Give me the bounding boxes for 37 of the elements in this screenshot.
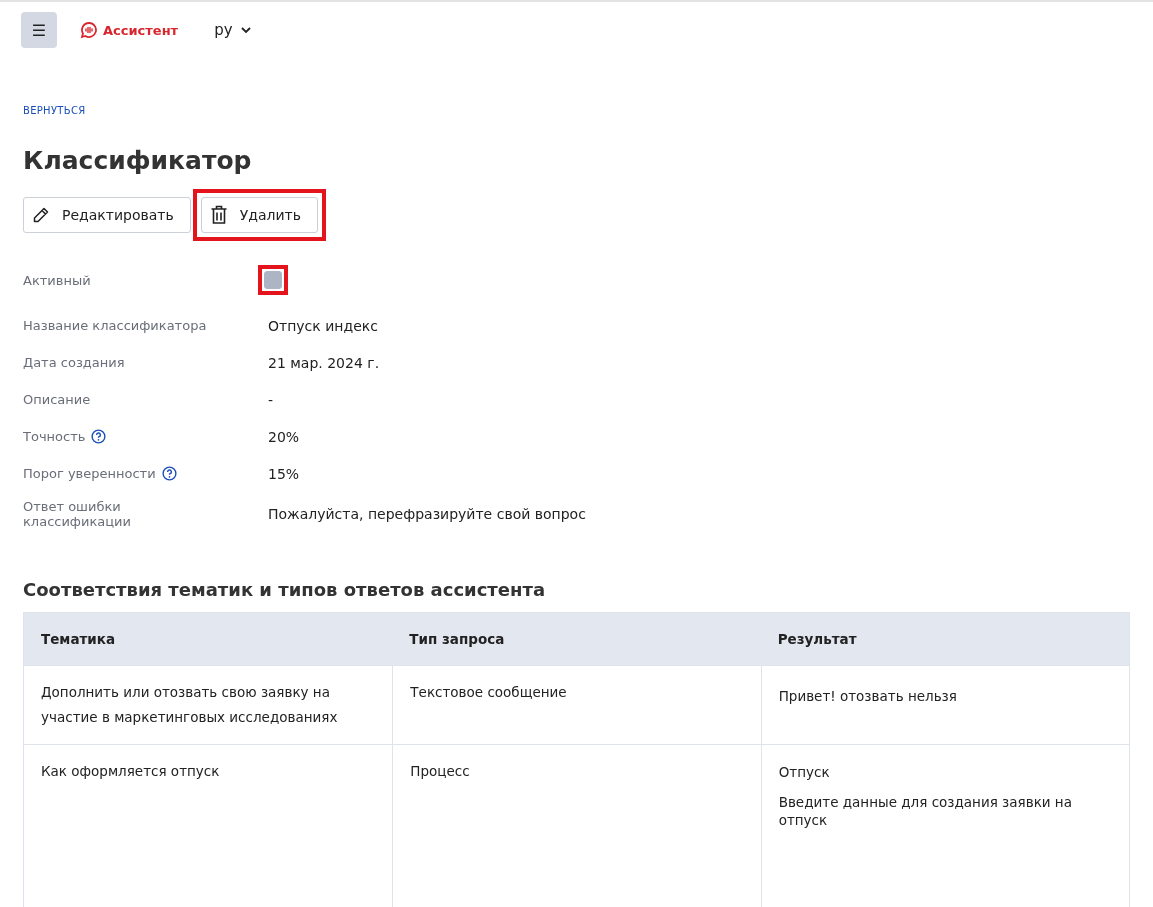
trash-icon bbox=[209, 205, 228, 225]
chevron-down-icon bbox=[240, 26, 251, 34]
back-link[interactable]: ВЕРНУТЬСЯ bbox=[23, 105, 86, 116]
field-label: Активный bbox=[23, 273, 91, 288]
language-dropdown[interactable]: ру bbox=[214, 21, 251, 39]
field-value: - bbox=[268, 391, 274, 408]
field-label: Порог уверенности bbox=[23, 466, 156, 481]
help-icon[interactable] bbox=[161, 466, 177, 481]
table-cell-text: Привет! отозвать нельзя bbox=[778, 687, 958, 705]
table-cell-text: Введите данные для создания заявки на отпуск bbox=[778, 793, 1073, 829]
field-label: Ответ ошибки классификации bbox=[23, 499, 132, 529]
page-title: Классификатор bbox=[23, 146, 253, 175]
field-value: 20% bbox=[268, 428, 300, 445]
field-label: Точность bbox=[23, 429, 86, 444]
table-cell: Текстовое сообщение bbox=[410, 684, 567, 700]
table-cell: Как оформляется отпуск bbox=[41, 763, 220, 779]
field-value: 21 мар. 2024 г. bbox=[268, 354, 380, 371]
column-header: Тип запроса bbox=[408, 631, 506, 647]
table-cell: Процесс bbox=[410, 763, 470, 779]
field-label: Дата создания bbox=[23, 355, 125, 370]
chat-bubble-icon bbox=[80, 21, 98, 39]
help-icon[interactable] bbox=[91, 429, 107, 444]
section-title: Соответствия тематик и типов ответов ассистента bbox=[23, 579, 547, 600]
pencil-icon bbox=[32, 206, 50, 224]
column-header: Тематика bbox=[40, 631, 117, 647]
field-value: Пожалуйста, перефразируйте свой вопрос bbox=[268, 506, 586, 522]
table-cell: Дополнить или отозвать свою заявку на участие в маркетинговых исследованиях bbox=[41, 684, 338, 725]
field-label: Описание bbox=[23, 392, 91, 407]
table-cell-text: Отпуск bbox=[778, 763, 831, 781]
menu-button[interactable]: ☰ bbox=[21, 12, 57, 48]
field-label: Название классификатора bbox=[23, 318, 207, 333]
field-value: Отпуск индекс bbox=[268, 317, 378, 334]
delete-button[interactable]: Удалить bbox=[200, 197, 318, 233]
column-header: Результат bbox=[776, 631, 858, 647]
edit-button[interactable]: Редактировать bbox=[23, 197, 191, 233]
field-value: 15% bbox=[268, 465, 300, 482]
brand-name[interactable]: Ассистент bbox=[103, 22, 179, 38]
